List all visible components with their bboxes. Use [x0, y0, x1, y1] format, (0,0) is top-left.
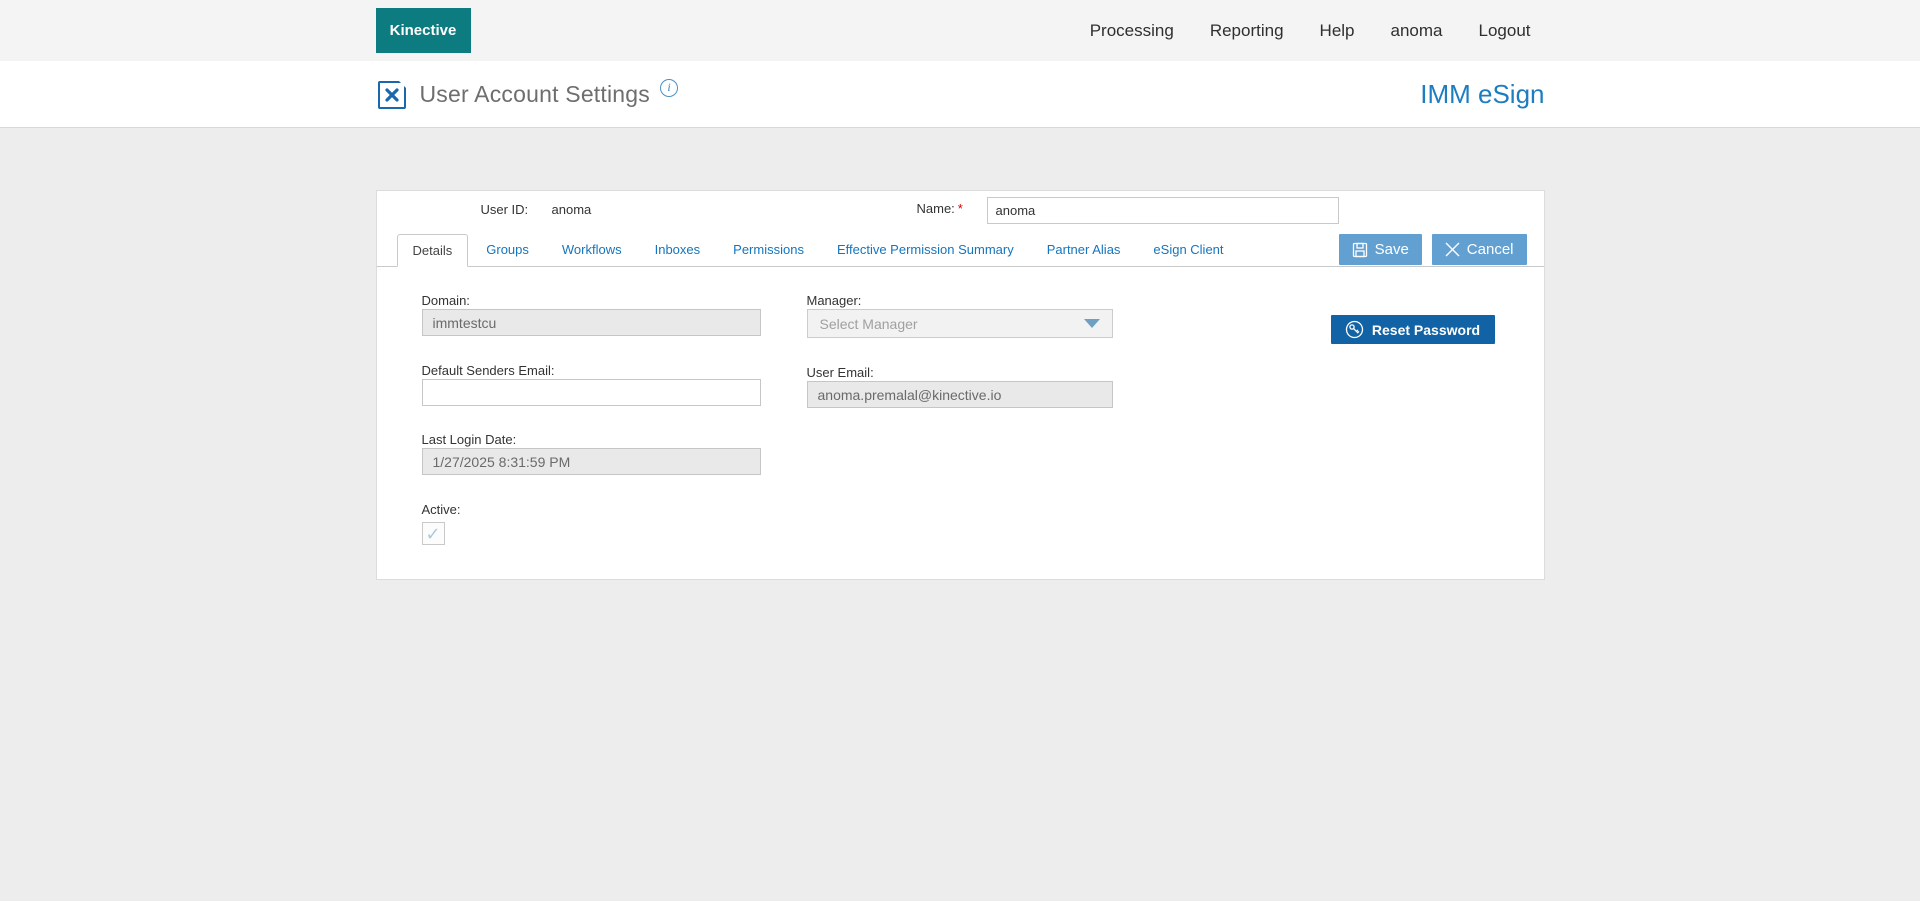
manager-select[interactable]: Select Manager	[806, 309, 1113, 338]
manager-select-placeholder: Select Manager	[819, 315, 918, 332]
name-input[interactable]	[986, 197, 1339, 224]
key-reset-icon	[1345, 320, 1364, 339]
tab-groups[interactable]: Groups	[471, 234, 544, 266]
checkmark-icon: ✓	[425, 523, 441, 544]
reset-password-button[interactable]: Reset Password	[1330, 315, 1495, 344]
default-senders-email-label: Default Senders Email:	[421, 363, 555, 378]
manager-label: Manager:	[806, 293, 862, 308]
domain-label: Domain:	[421, 293, 470, 308]
nav-item-processing[interactable]: Processing	[1090, 21, 1174, 41]
nav-item-help[interactable]: Help	[1320, 21, 1355, 41]
active-label: Active:	[421, 502, 461, 517]
content-area: User ID: anoma Name:* Details Groups Wor…	[0, 128, 1920, 580]
tab-permissions[interactable]: Permissions	[718, 234, 819, 266]
cancel-button[interactable]: Cancel	[1431, 234, 1527, 265]
top-nav: Processing Reporting Help anoma Logout	[1090, 21, 1531, 41]
user-id-value: anoma	[551, 202, 592, 217]
domain-input	[421, 309, 761, 336]
tab-details[interactable]: Details	[396, 234, 469, 267]
tab-workflows[interactable]: Workflows	[547, 234, 637, 266]
nav-item-reporting[interactable]: Reporting	[1210, 21, 1284, 41]
user-email-label: User Email:	[806, 365, 874, 380]
user-email-input	[806, 381, 1113, 408]
tab-partner-alias[interactable]: Partner Alias	[1032, 234, 1136, 266]
name-label: Name: *	[916, 201, 963, 216]
user-id-label: User ID:	[480, 202, 529, 217]
card-actions: Save Cancel	[1338, 234, 1527, 265]
info-icon[interactable]: i	[659, 78, 678, 97]
top-bar: Kinective Processing Reporting Help anom…	[0, 0, 1920, 61]
save-button[interactable]: Save	[1338, 234, 1422, 265]
tab-effective-permission-summary[interactable]: Effective Permission Summary	[822, 234, 1029, 266]
last-login-date-input	[421, 448, 761, 475]
nav-item-username[interactable]: anoma	[1391, 21, 1443, 41]
tab-esign-client[interactable]: eSign Client	[1138, 234, 1238, 266]
nav-item-logout[interactable]: Logout	[1479, 21, 1531, 41]
active-checkbox[interactable]: ✓	[421, 522, 445, 545]
tab-inboxes[interactable]: Inboxes	[640, 234, 716, 266]
page-title: User Account Settings	[419, 81, 650, 107]
cancel-x-icon	[1445, 242, 1460, 257]
kinective-logo[interactable]: Kinective	[375, 8, 471, 53]
required-asterisk: *	[957, 201, 963, 216]
user-settings-tools-icon	[377, 80, 406, 109]
last-login-date-label: Last Login Date:	[421, 432, 517, 447]
page-header: User Account Settings i IMM eSign	[0, 61, 1920, 128]
product-name: IMM eSign	[1420, 79, 1545, 109]
default-senders-email-input[interactable]	[421, 379, 761, 406]
save-floppy-icon	[1352, 242, 1368, 258]
chevron-down-icon	[1083, 319, 1100, 328]
user-account-card: User ID: anoma Name:* Details Groups Wor…	[375, 190, 1545, 580]
